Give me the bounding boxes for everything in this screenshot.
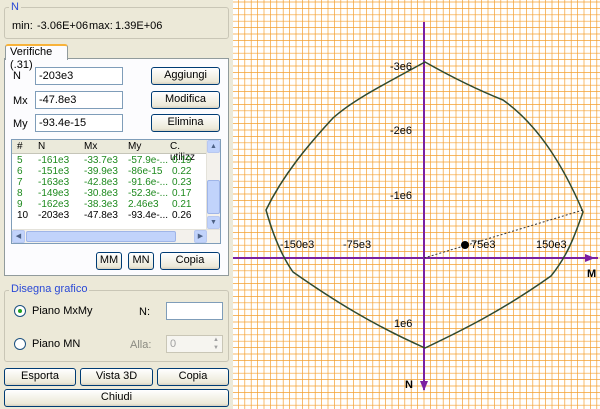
table-vertical-scrollbar[interactable]: ▲ ▼: [206, 140, 220, 230]
cell: -161e3: [38, 155, 70, 166]
axis-label-n: N: [405, 379, 413, 391]
load-point: [461, 241, 469, 249]
copy-list-button[interactable]: Copia: [160, 252, 220, 270]
cell: -91.6e-...: [128, 177, 169, 188]
table-horizontal-scrollbar[interactable]: ◀ ▶: [12, 229, 220, 243]
tick-label-y: 1e6: [394, 318, 412, 330]
view3d-button[interactable]: Vista 3D: [80, 368, 153, 386]
arrow-m-icon: [585, 254, 595, 262]
cell: 5: [17, 155, 23, 166]
min-label: min:: [12, 20, 33, 32]
table-row[interactable]: 9 -162e3 -38.3e3 2.46e3 0.21: [12, 199, 207, 210]
checks-table[interactable]: # N Mx My C. utilizz 5 -161e3 -33.7e3 -5…: [11, 139, 221, 244]
scroll-down-icon[interactable]: ▼: [207, 216, 220, 229]
max-value: 1.39E+06: [115, 20, 163, 32]
table-row[interactable]: 5 -161e3 -33.7e3 -57.9e-... 0.19: [12, 155, 207, 166]
my-label: My: [13, 118, 28, 130]
alla-value: 0: [170, 338, 177, 350]
table-row[interactable]: 7 -163e3 -42.8e3 -91.6e-... 0.23: [12, 177, 207, 188]
interaction-diagram[interactable]: -150e3 -75e3 75e3 150e3 -3e6 -2e6 -1e6 1…: [233, 0, 600, 409]
cell: -52.3e-...: [128, 188, 169, 199]
my-input[interactable]: -93.4e-15: [35, 114, 123, 132]
cell: 0.26: [172, 210, 192, 221]
cell: 0.22: [172, 166, 192, 177]
table-row[interactable]: 6 -151e3 -39.9e3 -86e-15 0.22: [12, 166, 207, 177]
cell: 0.19: [172, 155, 192, 166]
tick-label-y: -2e6: [390, 125, 412, 137]
diagram-canvas: -150e3 -75e3 75e3 150e3 -3e6 -2e6 -1e6 1…: [233, 0, 600, 409]
cell: 8: [17, 188, 23, 199]
cell: 10: [17, 210, 29, 221]
table-header: # N Mx My C. utilizz: [12, 140, 207, 163]
cell: 0.21: [172, 199, 192, 210]
cell: -47.8e3: [84, 210, 118, 221]
cell: -93.4e-...: [128, 210, 169, 221]
cell: -162e3: [38, 199, 70, 210]
radio-mxmy[interactable]: [14, 305, 26, 317]
tab-verifiche[interactable]: Verifiche (.31): [5, 44, 68, 71]
cell: -57.9e-...: [128, 155, 169, 166]
draw-legend: Disegna grafico: [9, 283, 90, 295]
table-row-selected[interactable]: 10 -203e3 -47.8e3 -93.4e-... 0.26: [12, 210, 207, 221]
add-button[interactable]: Aggiungi: [151, 67, 220, 85]
radio-mn[interactable]: [14, 338, 26, 350]
tick-label-y: -1e6: [390, 190, 412, 202]
cell: -39.9e3: [84, 166, 118, 177]
tick-label-x: -75e3: [343, 239, 371, 251]
cell: -163e3: [38, 177, 70, 188]
grid-lines: [233, 0, 600, 409]
cell: -151e3: [38, 166, 70, 177]
cell: 0.17: [172, 188, 192, 199]
edit-button[interactable]: Modifica: [151, 91, 220, 109]
spinner-arrows-icon[interactable]: ▲ ▼: [210, 336, 222, 352]
cell: 9: [17, 199, 23, 210]
mn-button[interactable]: MN: [128, 252, 154, 270]
cell: -86e-15: [128, 166, 163, 177]
tick-label-x: -150e3: [280, 239, 314, 251]
cell: 0.23: [172, 177, 192, 188]
radio-mn-label: Piano MN: [32, 338, 81, 350]
cell: -38.3e3: [84, 199, 118, 210]
scroll-thumb[interactable]: [207, 180, 220, 214]
cell: -30.8e3: [84, 188, 118, 199]
scroll-thumb-h[interactable]: [26, 231, 176, 242]
delete-button[interactable]: Elimina: [151, 114, 220, 132]
mx-label: Mx: [13, 95, 28, 107]
table-row[interactable]: 8 -149e3 -30.8e3 -52.3e-... 0.17: [12, 188, 207, 199]
cell: 7: [17, 177, 23, 188]
col-n[interactable]: N: [38, 141, 45, 152]
tick-label-x: 150e3: [536, 239, 567, 251]
close-button[interactable]: Chiudi: [4, 389, 229, 407]
summary-legend: N: [9, 1, 21, 13]
cell: -33.7e3: [84, 155, 118, 166]
n-draw-input[interactable]: [166, 302, 223, 320]
cell: -42.8e3: [84, 177, 118, 188]
mx-input[interactable]: -47.8e3: [35, 91, 123, 109]
col-index[interactable]: #: [17, 141, 23, 152]
scroll-left-icon[interactable]: ◀: [12, 230, 25, 243]
left-panel: N min: -3.06E+06 max: 1.39E+06 Verifiche…: [0, 0, 232, 409]
tick-label-x: 75e3: [471, 239, 495, 251]
col-my[interactable]: My: [128, 141, 141, 152]
n-field-label: N:: [139, 306, 150, 318]
alla-label: Alla:: [130, 339, 152, 351]
mm-button[interactable]: MM: [96, 252, 122, 270]
cell: -149e3: [38, 188, 70, 199]
min-value: -3.06E+06: [37, 20, 89, 32]
radio-mxmy-label: Piano MxMy: [32, 305, 93, 317]
cell: -203e3: [38, 210, 70, 221]
axis-label-m: M: [587, 268, 596, 280]
cell: 6: [17, 166, 23, 177]
tick-label-y: -3e6: [390, 61, 412, 73]
scroll-right-icon[interactable]: ▶: [194, 230, 207, 243]
export-button[interactable]: Esporta: [4, 368, 76, 386]
col-mx[interactable]: Mx: [84, 141, 97, 152]
n-input[interactable]: -203e3: [35, 67, 123, 85]
cell: 2.46e3: [128, 199, 159, 210]
scroll-up-icon[interactable]: ▲: [207, 140, 220, 153]
max-label: max:: [89, 20, 113, 32]
copy-button[interactable]: Copia: [157, 368, 229, 386]
